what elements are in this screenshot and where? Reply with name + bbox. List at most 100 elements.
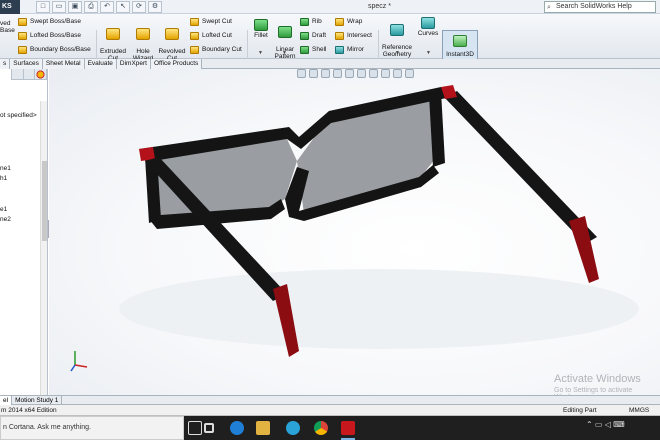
swept-boss-button[interactable]: Swept Boss/Base — [18, 16, 81, 27]
new-icon[interactable]: □ — [36, 1, 50, 13]
draft-icon — [300, 31, 309, 40]
tree-item-sketch1[interactable]: h1 — [0, 175, 7, 182]
mirror-label: Mirror — [347, 46, 364, 53]
lofted-cut-button[interactable]: Lofted Cut — [190, 30, 232, 41]
edge-icon[interactable] — [230, 421, 244, 435]
boss-base-partial[interactable]: ved Base — [0, 20, 15, 34]
command-manager-tabs: s Surfaces Sheet Metal Evaluate DimXpert… — [0, 59, 660, 69]
tree-item-plane2[interactable]: ne2 — [0, 216, 11, 223]
tab-motion-study-1[interactable]: Motion Study 1 — [12, 396, 63, 405]
refgeom-dropdown-arrow-icon[interactable]: ▼ — [395, 50, 400, 56]
system-tray[interactable]: ⌃ ▭ ◁ ⌨ — [586, 420, 625, 429]
lofted-cut-label: Lofted Cut — [202, 32, 232, 39]
fillet-dropdown-arrow-icon[interactable]: ▼ — [258, 50, 263, 56]
mirror-icon — [335, 45, 344, 54]
fillet-label: Fillet — [254, 32, 268, 39]
tree-item-plane1[interactable]: ne1 — [0, 165, 11, 172]
wrap-icon — [335, 17, 344, 26]
chrome-icon[interactable] — [314, 421, 328, 435]
help-search-input[interactable]: ⌕ Search SolidWorks Help — [544, 1, 656, 13]
print-icon[interactable]: ⎙ — [84, 1, 98, 13]
ribbon-partial-label-2: Base — [0, 27, 15, 34]
solidworks-icon[interactable] — [341, 421, 355, 440]
boundary-cut-icon — [190, 45, 199, 54]
swept-cut-label: Swept Cut — [202, 18, 232, 25]
curves-button[interactable]: Curves — [416, 16, 440, 37]
select-icon[interactable]: ↖ — [116, 1, 130, 13]
graphics-viewport[interactable]: Activate Windows Go to Settings to activ… — [49, 69, 660, 395]
tree-item-material[interactable]: ot specified> — [0, 112, 37, 119]
feature-manager-panel: ot specified> ne1 h1 e1 ne2 — [0, 69, 48, 395]
revolved-cut-button[interactable]: Revolved Cut — [158, 20, 186, 62]
curves-dropdown-arrow-icon[interactable]: ▼ — [426, 50, 431, 56]
windows-taskbar: n Cortana. Ask me anything. ⌃ ▭ ◁ ⌨ — [0, 416, 660, 440]
fillet-button[interactable]: Fillet — [250, 18, 272, 39]
help-search-placeholder: Search SolidWorks Help — [556, 3, 632, 10]
swept-boss-label: Swept Boss/Base — [30, 18, 81, 25]
shell-icon — [300, 45, 309, 54]
reference-geometry-icon — [390, 24, 404, 36]
extruded-cut-button[interactable]: Extruded Cut — [98, 20, 128, 62]
undo-icon[interactable]: ↶ — [100, 1, 114, 13]
orientation-triad-icon — [70, 351, 88, 372]
status-bar: m 2014 x64 Edition Editing Part MMGS — [0, 405, 660, 416]
file-explorer-icon[interactable] — [256, 421, 270, 435]
mirror-button[interactable]: Mirror — [335, 44, 364, 55]
boundary-boss-icon — [18, 45, 27, 54]
options-icon[interactable]: ⚙ — [148, 1, 162, 13]
wrap-button[interactable]: Wrap — [335, 16, 362, 27]
tab-surfaces[interactable]: Surfaces — [10, 59, 43, 69]
instant3d-label: Instant3D — [446, 51, 474, 58]
status-units[interactable]: MMGS — [629, 407, 649, 414]
fillet-icon — [254, 19, 268, 31]
glasses-model[interactable] — [49, 69, 660, 395]
lofted-boss-icon — [18, 31, 27, 40]
hole-wizard-button[interactable]: Hole Wizard — [130, 20, 156, 62]
boundary-boss-button[interactable]: Boundary Boss/Base — [18, 44, 91, 55]
pattern-dropdown-arrow-icon[interactable]: ▼ — [282, 50, 287, 56]
status-edition: m 2014 x64 Edition — [1, 407, 57, 414]
appearance-tab-icon[interactable] — [35, 69, 47, 80]
hole-wizard-icon — [136, 28, 150, 40]
shell-button[interactable]: Shell — [300, 44, 326, 55]
lofted-boss-label: Lofted Boss/Base — [30, 32, 81, 39]
right-temple-tip[interactable] — [569, 216, 599, 283]
rib-button[interactable]: Rib — [300, 16, 322, 27]
intersect-button[interactable]: Intersect — [335, 30, 372, 41]
edge-beta-icon[interactable] — [286, 421, 300, 435]
lofted-boss-button[interactable]: Lofted Boss/Base — [18, 30, 81, 41]
tab-dimxpert[interactable]: DimXpert — [116, 59, 151, 69]
instant3d-icon — [453, 35, 467, 47]
panel-scrollbar-thumb[interactable] — [42, 161, 47, 241]
extruded-cut-icon — [106, 28, 120, 40]
windows-start-icon[interactable] — [188, 421, 202, 435]
panel-scrollbar[interactable] — [40, 101, 47, 395]
tab-evaluate[interactable]: Evaluate — [84, 59, 117, 69]
tab-sketch[interactable]: s — [0, 59, 11, 69]
config-tab-icon[interactable] — [24, 69, 36, 80]
feature-tree-tab-icon[interactable] — [0, 69, 12, 80]
rebuild-icon[interactable]: ⟳ — [132, 1, 146, 13]
task-view-icon[interactable] — [204, 423, 214, 433]
draft-button[interactable]: Draft — [300, 30, 326, 41]
tab-model[interactable]: el — [0, 396, 13, 405]
open-icon[interactable]: ▭ — [52, 1, 66, 13]
cortana-search-input[interactable]: n Cortana. Ask me anything. — [0, 416, 184, 440]
tree-item-extrude1[interactable]: e1 — [0, 206, 7, 213]
rib-icon — [300, 17, 309, 26]
tab-office-products[interactable]: Office Products — [150, 59, 203, 69]
quick-access-toolbar: □ ▭ ▣ ⎙ ↶ ↖ ⟳ ⚙ — [36, 1, 162, 13]
title-bar: KS □ ▭ ▣ ⎙ ↶ ↖ ⟳ ⚙ specz * ⌕ Search Soli… — [0, 0, 660, 14]
property-tab-icon[interactable] — [12, 69, 24, 80]
save-icon[interactable]: ▣ — [68, 1, 82, 13]
curves-icon — [421, 17, 435, 29]
activate-windows-title: Activate Windows — [554, 373, 641, 385]
boundary-cut-button[interactable]: Boundary Cut — [190, 44, 242, 55]
wrap-label: Wrap — [347, 18, 363, 25]
activate-windows-subtitle: Go to Settings to activate Windows. — [554, 387, 633, 395]
lofted-cut-icon — [190, 31, 199, 40]
solidworks-logo[interactable]: KS — [0, 0, 20, 14]
swept-cut-button[interactable]: Swept Cut — [190, 16, 232, 27]
tab-sheet-metal[interactable]: Sheet Metal — [42, 59, 85, 69]
search-icon: ⌕ — [547, 4, 551, 11]
